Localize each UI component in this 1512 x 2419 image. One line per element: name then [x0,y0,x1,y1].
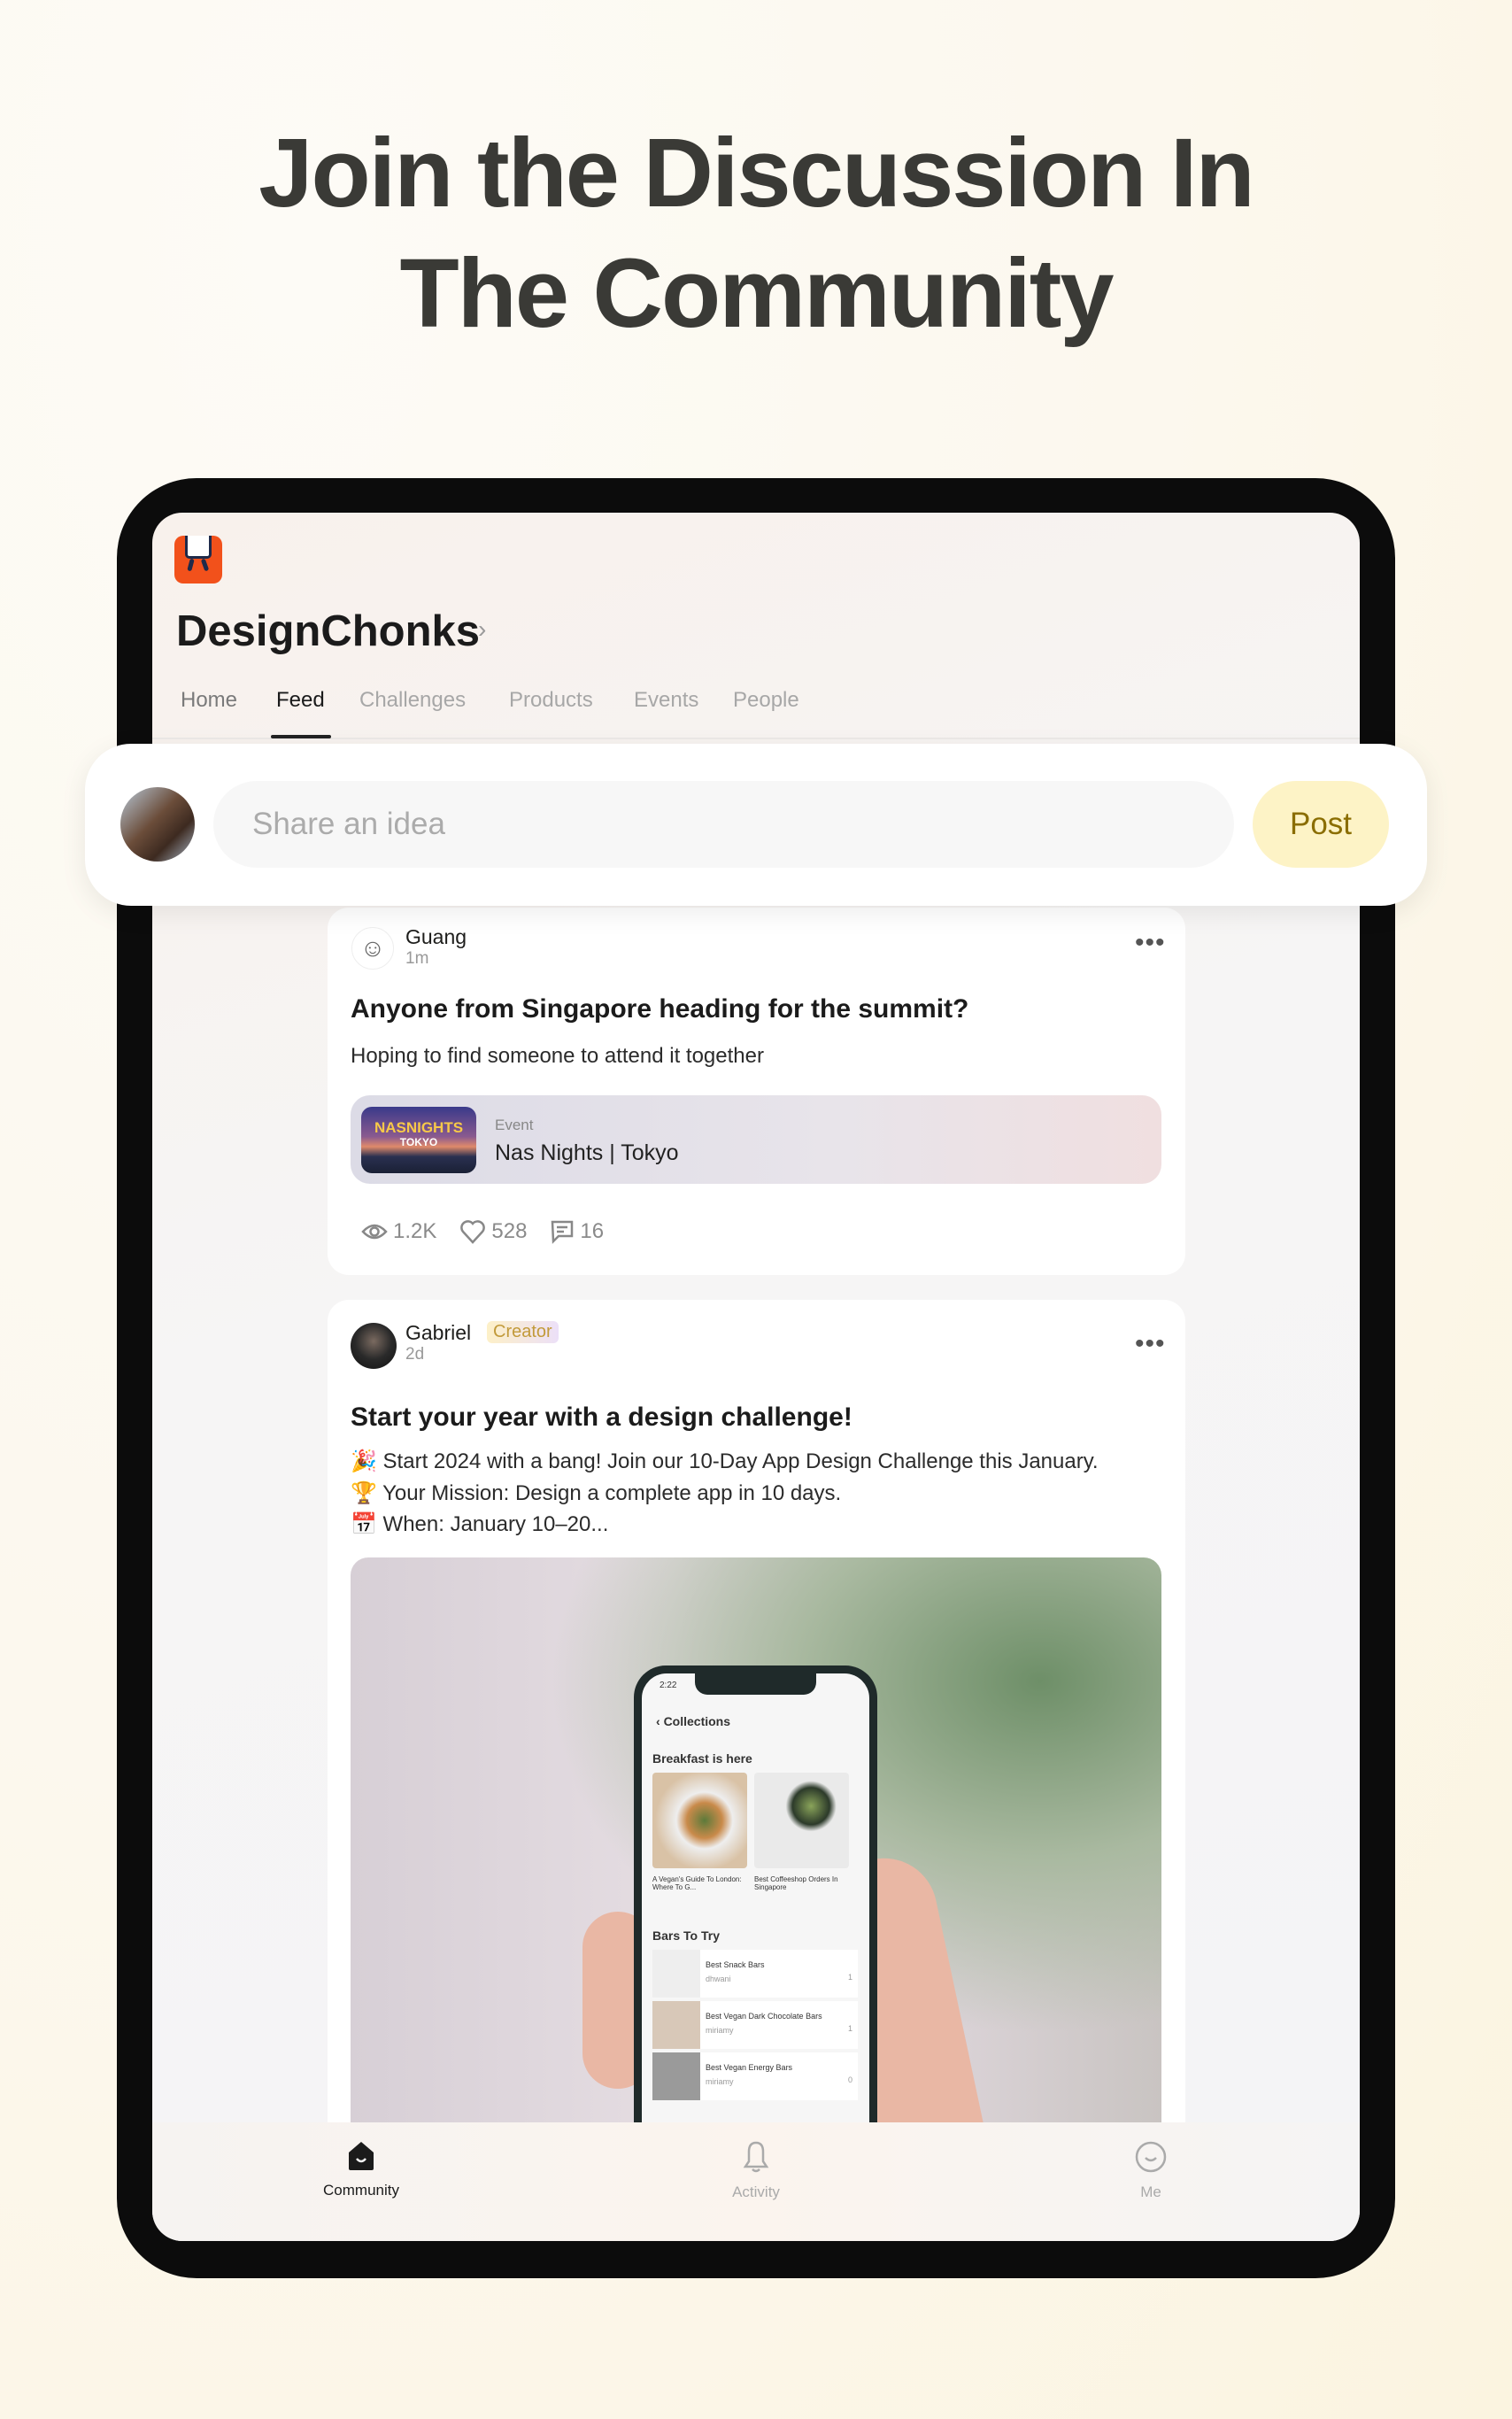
user-avatar[interactable] [120,787,195,862]
nav-community[interactable]: Community [290,2140,432,2199]
bottom-nav: Community Activity Me [152,2122,1360,2241]
event-attachment[interactable]: NASNIGHTS TOKYO Event Nas Nights | Tokyo [351,1095,1161,1184]
phone-back: ‹ Collections [656,1714,731,1728]
post-body-line: 📅 When: January 10–20... [351,1512,609,1536]
nav-me[interactable]: Me [1080,2140,1222,2201]
smiley-icon [1135,2141,1167,2173]
tab-feed[interactable]: Feed [276,688,325,713]
post-button[interactable]: Post [1253,781,1389,868]
post-image[interactable]: 2:22 ‹ Collections Breakfast is here A V… [351,1557,1161,2177]
tab-people[interactable]: People [733,688,799,713]
post-stats: 1.2K 528 16 [361,1219,604,1244]
tab-challenges[interactable]: Challenges [359,688,466,713]
comment-icon [552,1220,574,1244]
tab-products[interactable]: Products [509,688,593,713]
more-options-icon[interactable]: ••• [1135,1331,1166,1357]
post-card[interactable]: Gabriel Creator 2d ••• Start your year w… [328,1300,1185,2185]
views-stat: 1.2K [361,1219,436,1244]
author-avatar[interactable] [351,1323,397,1369]
community-tabs: Home Feed Challenges Products Events Peo… [152,688,1360,739]
more-options-icon[interactable]: ••• [1135,930,1166,956]
comments-stat[interactable]: 16 [550,1219,604,1244]
phone-mockup: 2:22 ‹ Collections Breakfast is here A V… [634,1665,877,2177]
post-title: Start your year with a design challenge! [351,1403,852,1432]
creator-badge: Creator [487,1321,559,1343]
post-title: Anyone from Singapore heading for the su… [351,994,969,1024]
page-headline: Join the Discussion In The Community [0,113,1512,354]
event-name: Nas Nights | Tokyo [495,1140,679,1165]
eye-icon [361,1224,388,1240]
bell-icon [743,2141,769,2173]
post-body-line: 🎉 Start 2024 with a bang! Join our 10-Da… [351,1449,1099,1473]
author-avatar[interactable]: ☺ [351,927,394,970]
headline-line-1: Join the Discussion In [258,119,1254,228]
post-time: 1m [405,949,429,968]
author-name[interactable]: Gabriel [405,1321,471,1345]
event-type: Event [495,1117,534,1133]
community-icon [349,2142,374,2170]
community-title[interactable]: DesignChonks [176,607,480,656]
post-body-line: 🏆 Your Mission: Design a complete app in… [351,1481,842,1505]
post-composer: Post [85,744,1427,906]
heart-icon [460,1220,486,1244]
likes-stat[interactable]: 528 [459,1219,527,1244]
community-logo [174,536,222,583]
chevron-right-icon[interactable]: › [478,615,486,644]
tab-events[interactable]: Events [634,688,698,713]
tab-home[interactable]: Home [181,688,237,713]
post-time: 2d [405,1345,425,1364]
post-body: Hoping to find someone to attend it toge… [351,1044,764,1068]
nav-activity[interactable]: Activity [685,2140,827,2201]
event-thumbnail: NASNIGHTS TOKYO [361,1107,476,1173]
share-idea-input[interactable] [213,781,1234,868]
post-card[interactable]: ☺ Guang 1m ••• Anyone from Singapore hea… [328,908,1185,1275]
headline-line-2: The Community [399,239,1114,348]
active-tab-indicator [271,735,331,738]
author-name[interactable]: Guang [405,925,467,949]
